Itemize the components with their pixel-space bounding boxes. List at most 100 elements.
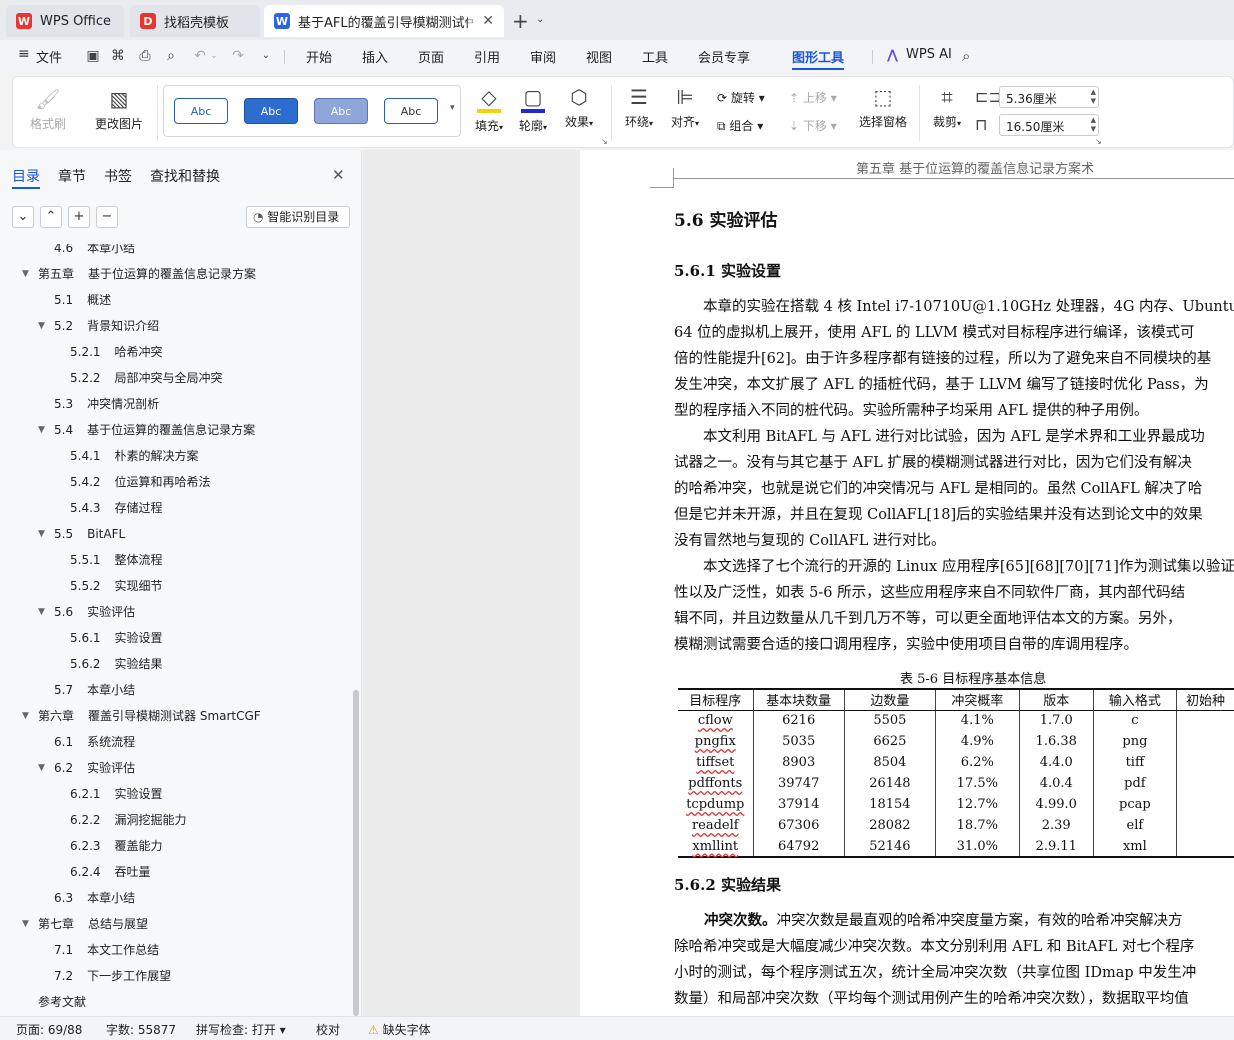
chevron-down-icon[interactable]: ⌄: [536, 14, 544, 25]
style-sample-4[interactable]: Abc: [384, 98, 438, 124]
toc-item[interactable]: ▼ 5.5 BitAFL: [0, 524, 348, 544]
toc-item[interactable]: 5.7 本章小结: [0, 680, 348, 700]
change-image-button[interactable]: ▧ 更改图片: [91, 87, 147, 132]
print-preview-icon[interactable]: ⌕: [163, 48, 179, 64]
spell-check-toggle[interactable]: 拼写检查: 打开 ▾: [196, 1021, 286, 1038]
shape-height-field[interactable]: 16.50厘米 ▲ ▼: [999, 114, 1099, 136]
missing-font-button[interactable]: ⚠ 缺失字体: [368, 1021, 431, 1038]
toc-item[interactable]: 5.6.2 实验结果: [0, 654, 348, 674]
toc-item[interactable]: 5.6.1 实验设置: [0, 628, 348, 648]
format-painter-button[interactable]: 🖌 格式刷: [25, 87, 71, 132]
toc-item[interactable]: ▼ 第七章 总结与展望: [0, 914, 348, 934]
word-count[interactable]: 字数: 55877: [106, 1021, 176, 1038]
expand-toggle-icon[interactable]: ▼: [38, 316, 52, 336]
page-indicator[interactable]: 页面: 69/88: [16, 1021, 82, 1038]
expand-toggle-icon[interactable]: ▼: [38, 602, 52, 622]
toc-item[interactable]: 5.4.1 朴素的解决方案: [0, 446, 348, 466]
toc-item[interactable]: 5.3 冲突情况剖析: [0, 394, 348, 414]
save-icon[interactable]: ▣: [85, 48, 101, 64]
toc-item[interactable]: 5.4.2 位运算和再哈希法: [0, 472, 348, 492]
style-sample-1[interactable]: Abc: [174, 98, 228, 124]
close-icon[interactable]: ✕: [332, 166, 345, 184]
toc-item[interactable]: ▼ 5.6 实验评估: [0, 602, 348, 622]
toc-item[interactable]: 参考文献: [0, 992, 348, 1012]
expand-toggle-icon[interactable]: ▼: [38, 758, 52, 778]
spin-arrows-icon[interactable]: ▲ ▼: [1091, 88, 1096, 106]
toc-item[interactable]: 5.1 概述: [0, 290, 348, 310]
dialog-launcher-icon[interactable]: ↘: [601, 137, 608, 146]
toc-item[interactable]: 6.2.4 吞吐量: [0, 862, 348, 882]
toc-item[interactable]: 6.2.3 覆盖能力: [0, 836, 348, 856]
style-sample-2[interactable]: Abc: [244, 98, 298, 124]
menu-insert[interactable]: 插入: [362, 47, 388, 66]
collapse-all-button[interactable]: ⌄: [12, 206, 34, 228]
print-icon[interactable]: ⎙: [137, 48, 153, 64]
style-gallery-expand-icon[interactable]: ▾: [450, 103, 455, 113]
toc-item[interactable]: 4.6 本章小结: [0, 244, 348, 258]
crop-button[interactable]: ⌗ 裁剪▾: [927, 85, 967, 130]
expand-up-button[interactable]: ⌃: [40, 206, 62, 228]
menu-reference[interactable]: 引用: [474, 47, 500, 66]
add-heading-button[interactable]: +: [68, 206, 90, 228]
new-tab-button[interactable]: +: [512, 9, 529, 33]
toc-item[interactable]: 6.1 系统流程: [0, 732, 348, 752]
search-icon[interactable]: ⌕: [962, 47, 970, 65]
toc-item[interactable]: 5.5.1 整体流程: [0, 550, 348, 570]
menu-start[interactable]: 开始: [306, 47, 332, 66]
bring-forward-button[interactable]: ⇡ 上移 ▾: [789, 89, 837, 106]
expand-toggle-icon[interactable]: ▼: [22, 914, 36, 934]
proofread-button[interactable]: 校对: [316, 1021, 340, 1038]
effect-button[interactable]: ⬡ 效果▾: [559, 85, 599, 130]
remove-heading-button[interactable]: −: [96, 206, 118, 228]
toc-scrollbar[interactable]: [353, 690, 359, 1016]
style-sample-3[interactable]: Abc: [314, 98, 368, 124]
quick-access-more-icon[interactable]: ⌄: [258, 48, 274, 64]
menu-member[interactable]: 会员专享: [698, 47, 750, 66]
spin-arrows-icon[interactable]: ▲ ▼: [1091, 116, 1096, 134]
selection-pane-button[interactable]: ⬚ 选择窗格: [855, 85, 911, 130]
toc-item[interactable]: 5.5.2 实现细节: [0, 576, 348, 596]
tab-current-document[interactable]: W 基于AFL的覆盖引导模糊测试优 ▭ ✕: [264, 5, 504, 37]
dialog-launcher-icon[interactable]: ↘: [1095, 137, 1102, 146]
redo-icon[interactable]: ↷: [230, 48, 246, 64]
toc-item[interactable]: 6.2.1 实验设置: [0, 784, 348, 804]
expand-toggle-icon[interactable]: ▼: [38, 420, 52, 440]
shape-width-field[interactable]: 5.36厘米 ▲ ▼: [999, 86, 1099, 108]
undo-dropdown-icon[interactable]: ⌄: [206, 48, 222, 64]
toc-item[interactable]: ▼ 第六章 覆盖引导模糊测试器 SmartCGF: [0, 706, 348, 726]
toc-item[interactable]: 5.4.3 存储过程: [0, 498, 348, 518]
fill-button[interactable]: ◇ 填充▾: [469, 85, 509, 134]
outline-button[interactable]: ▢ 轮廓▾: [513, 85, 553, 134]
toc-item[interactable]: 5.2.1 哈希冲突: [0, 342, 348, 362]
nav-tab-toc[interactable]: 目录: [12, 166, 40, 186]
toc-item[interactable]: 6.3 本章小结: [0, 888, 348, 908]
toc-item[interactable]: ▼ 5.4 基于位运算的覆盖信息记录方案: [0, 420, 348, 440]
toc-item[interactable]: 7.2 下一步工作展望: [0, 966, 348, 986]
nav-tab-find-replace[interactable]: 查找和替换: [150, 166, 220, 186]
hamburger-icon[interactable]: ≡: [18, 46, 30, 62]
toc-item[interactable]: 6.2.2 漏洞挖掘能力: [0, 810, 348, 830]
wrap-button[interactable]: ☰ 环绕▾: [619, 85, 659, 130]
menu-file[interactable]: 文件: [36, 47, 62, 66]
toc-item[interactable]: ▼ 第五章 基于位运算的覆盖信息记录方案: [0, 264, 348, 284]
tab-wps-office[interactable]: W WPS Office: [6, 5, 124, 37]
expand-toggle-icon[interactable]: ▼: [22, 706, 36, 726]
tab-docer-templates[interactable]: D 找稻壳模板: [130, 5, 260, 37]
align-button[interactable]: ⊫ 对齐▾: [665, 85, 705, 130]
link-icon[interactable]: ⌘: [110, 48, 126, 64]
expand-toggle-icon[interactable]: ▼: [38, 524, 52, 544]
monitor-icon[interactable]: ▭: [465, 16, 474, 27]
menu-graphic-tools[interactable]: 图形工具: [792, 47, 844, 66]
menu-review[interactable]: 审阅: [530, 47, 556, 66]
close-icon[interactable]: ✕: [482, 13, 494, 29]
toc-item[interactable]: 5.2.2 局部冲突与全局冲突: [0, 368, 348, 388]
toc-item[interactable]: ▼ 5.2 背景知识介绍: [0, 316, 348, 336]
menu-view[interactable]: 视图: [586, 47, 612, 66]
menu-tools[interactable]: 工具: [642, 47, 668, 66]
send-backward-button[interactable]: ⇣ 下移 ▾: [789, 117, 837, 134]
menu-page[interactable]: 页面: [418, 47, 444, 66]
group-button[interactable]: ⧉ 组合 ▾: [717, 117, 763, 134]
expand-toggle-icon[interactable]: ▼: [22, 264, 36, 284]
toc-item[interactable]: ▼ 6.2 实验评估: [0, 758, 348, 778]
nav-tab-chapters[interactable]: 章节: [58, 166, 86, 186]
